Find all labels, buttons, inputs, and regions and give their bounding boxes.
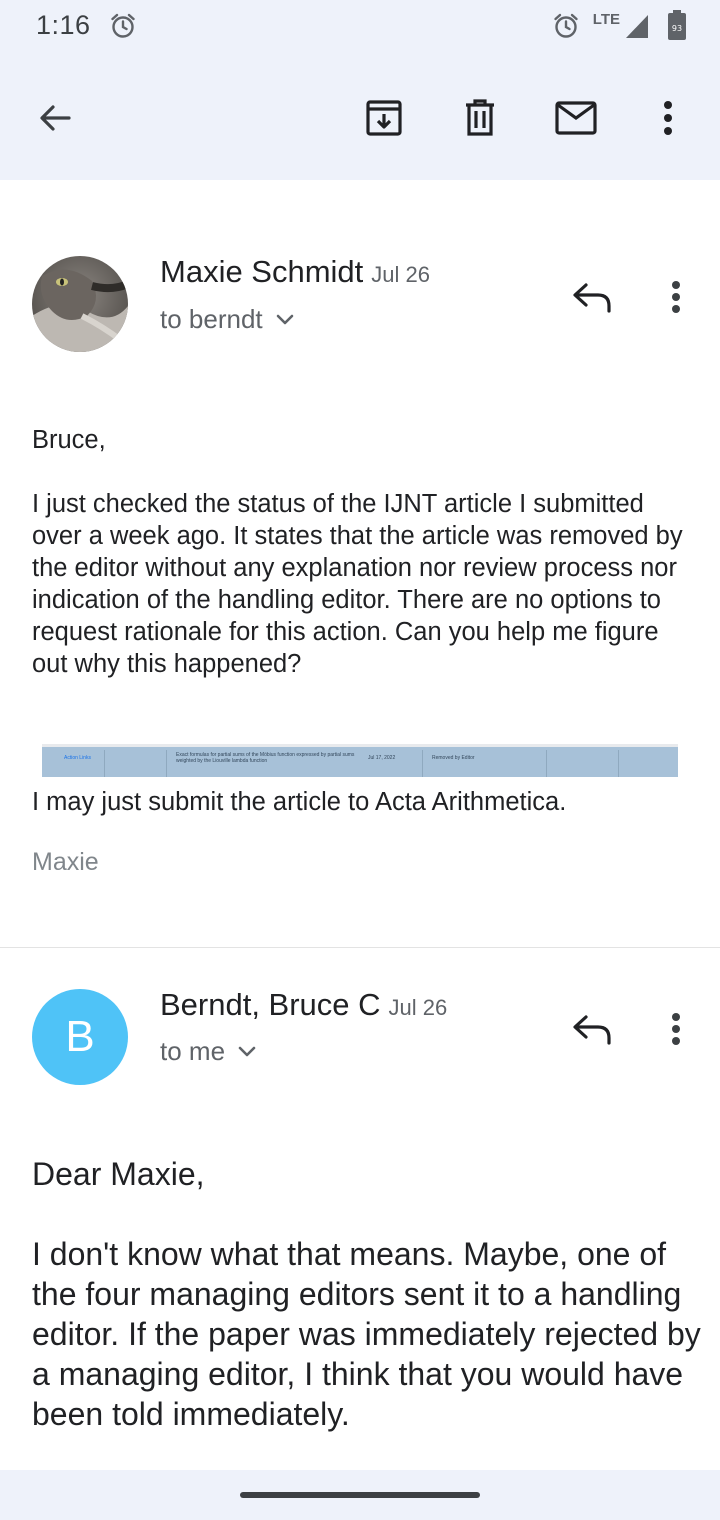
more-vert-icon[interactable] [652,273,700,321]
alarm-icon [111,13,135,38]
avatar[interactable]: B [32,989,128,1085]
sender-line: Berndt, Bruce C Jul 26 [160,987,447,1023]
recipient-label: to berndt [160,304,263,334]
archive-icon[interactable] [360,94,408,142]
reply-icon[interactable] [568,273,616,321]
status-bar: 1:16 LTE 93 [0,0,720,54]
message-body: I don't know what that means. Maybe, one… [32,1236,701,1432]
message-closing: I may just submit the article to Acta Ar… [32,788,567,816]
avatar[interactable] [32,256,128,352]
more-vert-icon[interactable] [644,94,692,142]
message-date: Jul 26 [371,262,431,287]
battery-icon: 93 [668,10,686,40]
reply-icon[interactable] [568,1005,616,1053]
toolbar [0,54,720,180]
table-cell-status: Removed by Editor [432,755,475,761]
message-greeting: Dear Maxie, [32,1156,205,1192]
chevron-down-icon [238,1046,256,1056]
message-signature: Maxie [32,848,99,876]
gesture-handle[interactable] [240,1492,480,1498]
table-cell-date: Jul 17, 2022 [368,755,396,761]
sender-line: Maxie Schmidt Jul 26 [160,254,430,290]
recipient-label: to me [160,1036,226,1066]
inline-image-status-table[interactable]: Action Links Exact formulas for partial … [42,744,678,777]
sender-name: Maxie Schmidt [160,254,364,289]
message-greeting: Bruce, [32,426,106,454]
network-type: LTE [592,11,620,28]
recipient-details[interactable]: to me [160,1036,257,1067]
back-arrow-icon[interactable] [31,94,79,142]
message-divider [0,947,720,948]
table-cell-title: Exact formulas for partial sums of the M… [176,752,355,764]
battery-level: 93 [672,24,682,33]
signal-icon [626,15,648,38]
status-time: 1:16 [36,10,91,40]
navigation-bar [0,1470,720,1520]
chevron-down-icon [276,314,293,324]
message-date: Jul 26 [388,995,448,1020]
table-cell-link: Action Links [64,755,91,761]
delete-icon[interactable] [456,94,504,142]
recipient-details[interactable]: to berndt [160,304,295,335]
message-header[interactable]: B Berndt, Bruce C Jul 26 to me [0,982,720,1092]
more-vert-icon[interactable] [652,1005,700,1053]
alarm-icon [554,13,578,38]
sender-name: Berndt, Bruce C [160,987,381,1022]
message-body: I just checked the status of the IJNT ar… [32,490,683,678]
message-header[interactable]: Maxie Schmidt Jul 26 to berndt [0,250,720,360]
mark-unread-icon[interactable] [552,94,600,142]
avatar-letter: B [65,1012,95,1061]
